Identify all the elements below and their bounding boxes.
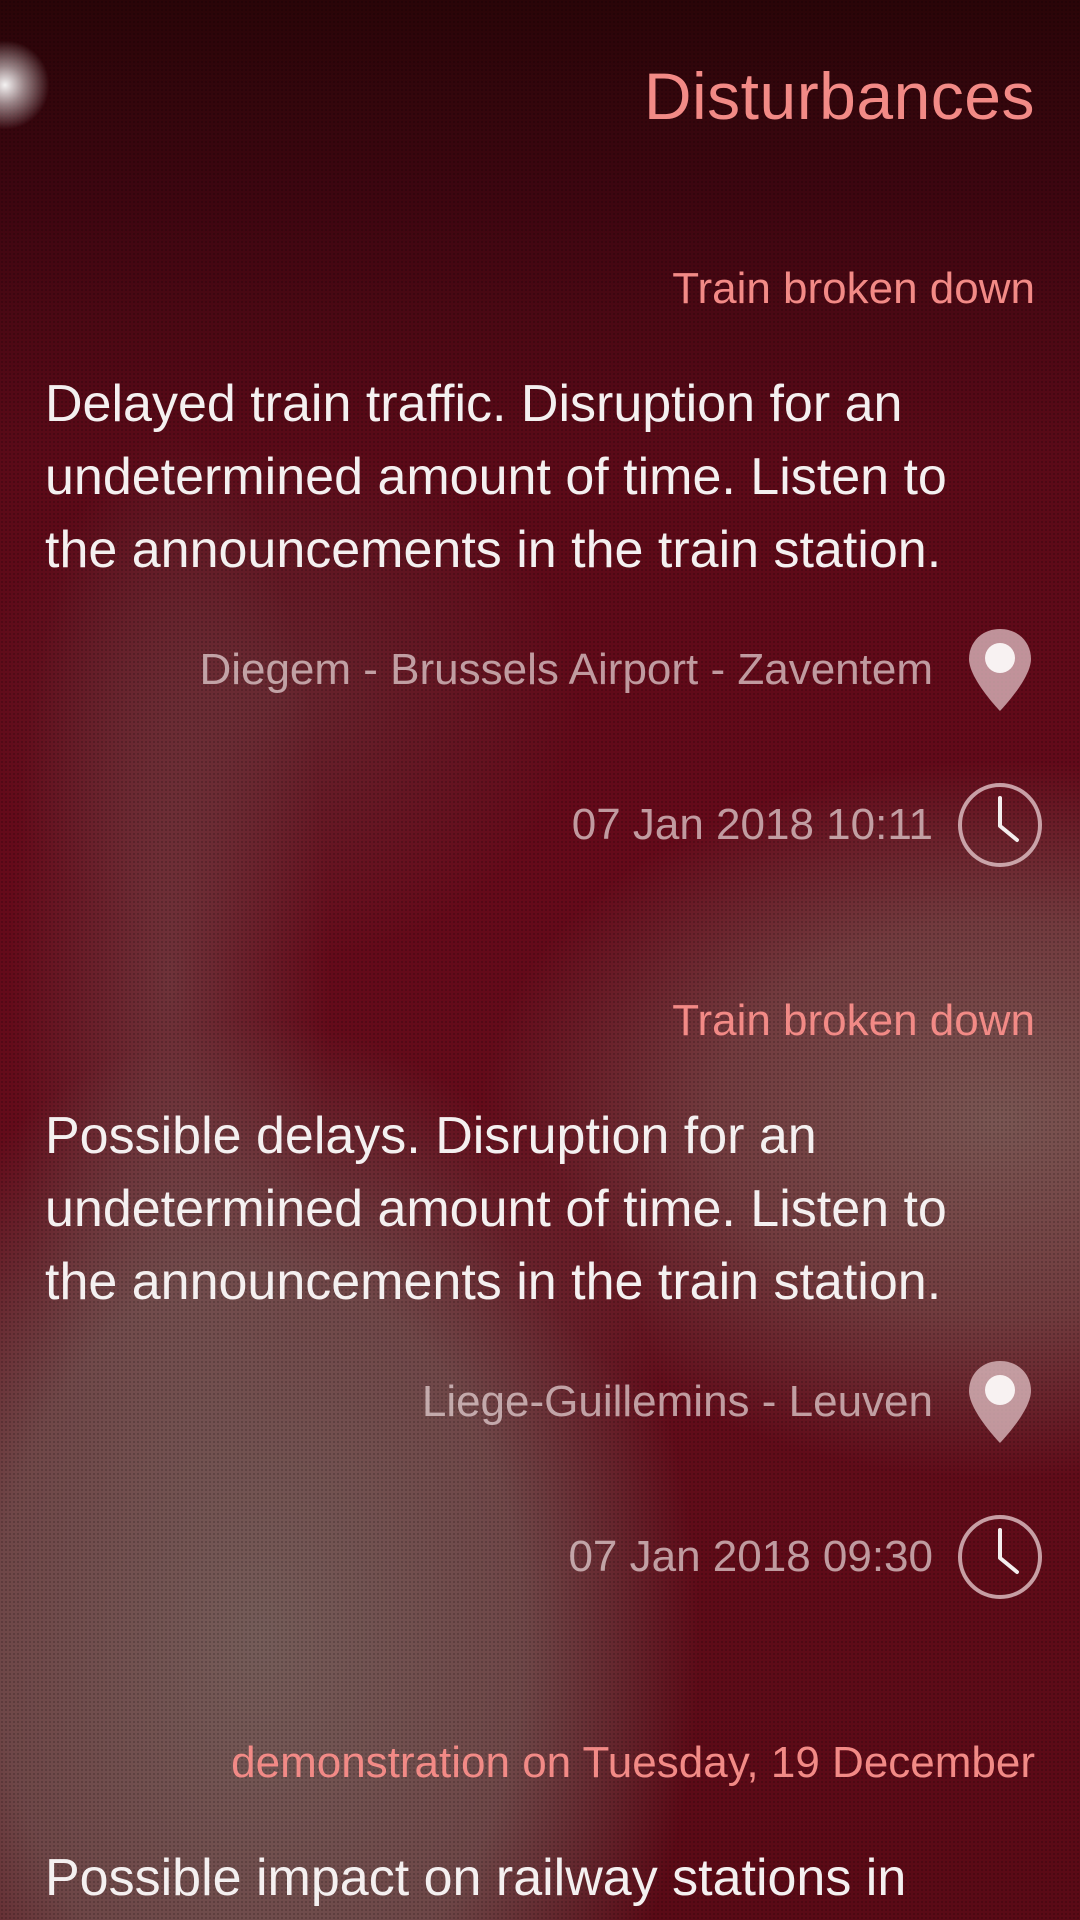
disturbance-location-row: Liege-Guillemins - Leuven — [422, 1357, 1045, 1447]
disturbances-page: Disturbances Train broken down Delayed t… — [0, 0, 1080, 1920]
disturbance-description: Delayed train traffic. Disruption for an… — [45, 375, 947, 579]
disturbance-location: Diegem - Brussels Airport - Zaventem — [199, 645, 933, 694]
disturbance-time-row: 07 Jan 2018 09:30 — [568, 1512, 1045, 1602]
disturbance-timestamp: 07 Jan 2018 09:30 — [568, 1532, 933, 1581]
disturbance-timestamp: 07 Jan 2018 10:11 — [571, 800, 933, 849]
disturbance-location: Liege-Guillemins - Leuven — [421, 1377, 933, 1426]
disturbance-title: Train broken down — [672, 264, 1035, 313]
disturbance-location-row: Diegem - Brussels Airport - Zaventem — [199, 625, 1045, 715]
location-pin-icon — [955, 625, 1045, 715]
disturbance-title: demonstration on Tuesday, 19 December — [231, 1738, 1035, 1787]
page-title: Disturbances — [643, 59, 1035, 133]
disturbance-description: Possible impact on railway stations in — [45, 1849, 907, 1907]
clock-icon — [955, 1512, 1045, 1602]
location-pin-icon — [955, 1357, 1045, 1447]
clock-icon — [955, 780, 1045, 870]
disturbance-title: Train broken down — [672, 996, 1035, 1045]
disturbance-time-row: 07 Jan 2018 10:11 — [572, 780, 1045, 870]
disturbance-description: Possible delays. Disruption for an undet… — [45, 1107, 947, 1311]
